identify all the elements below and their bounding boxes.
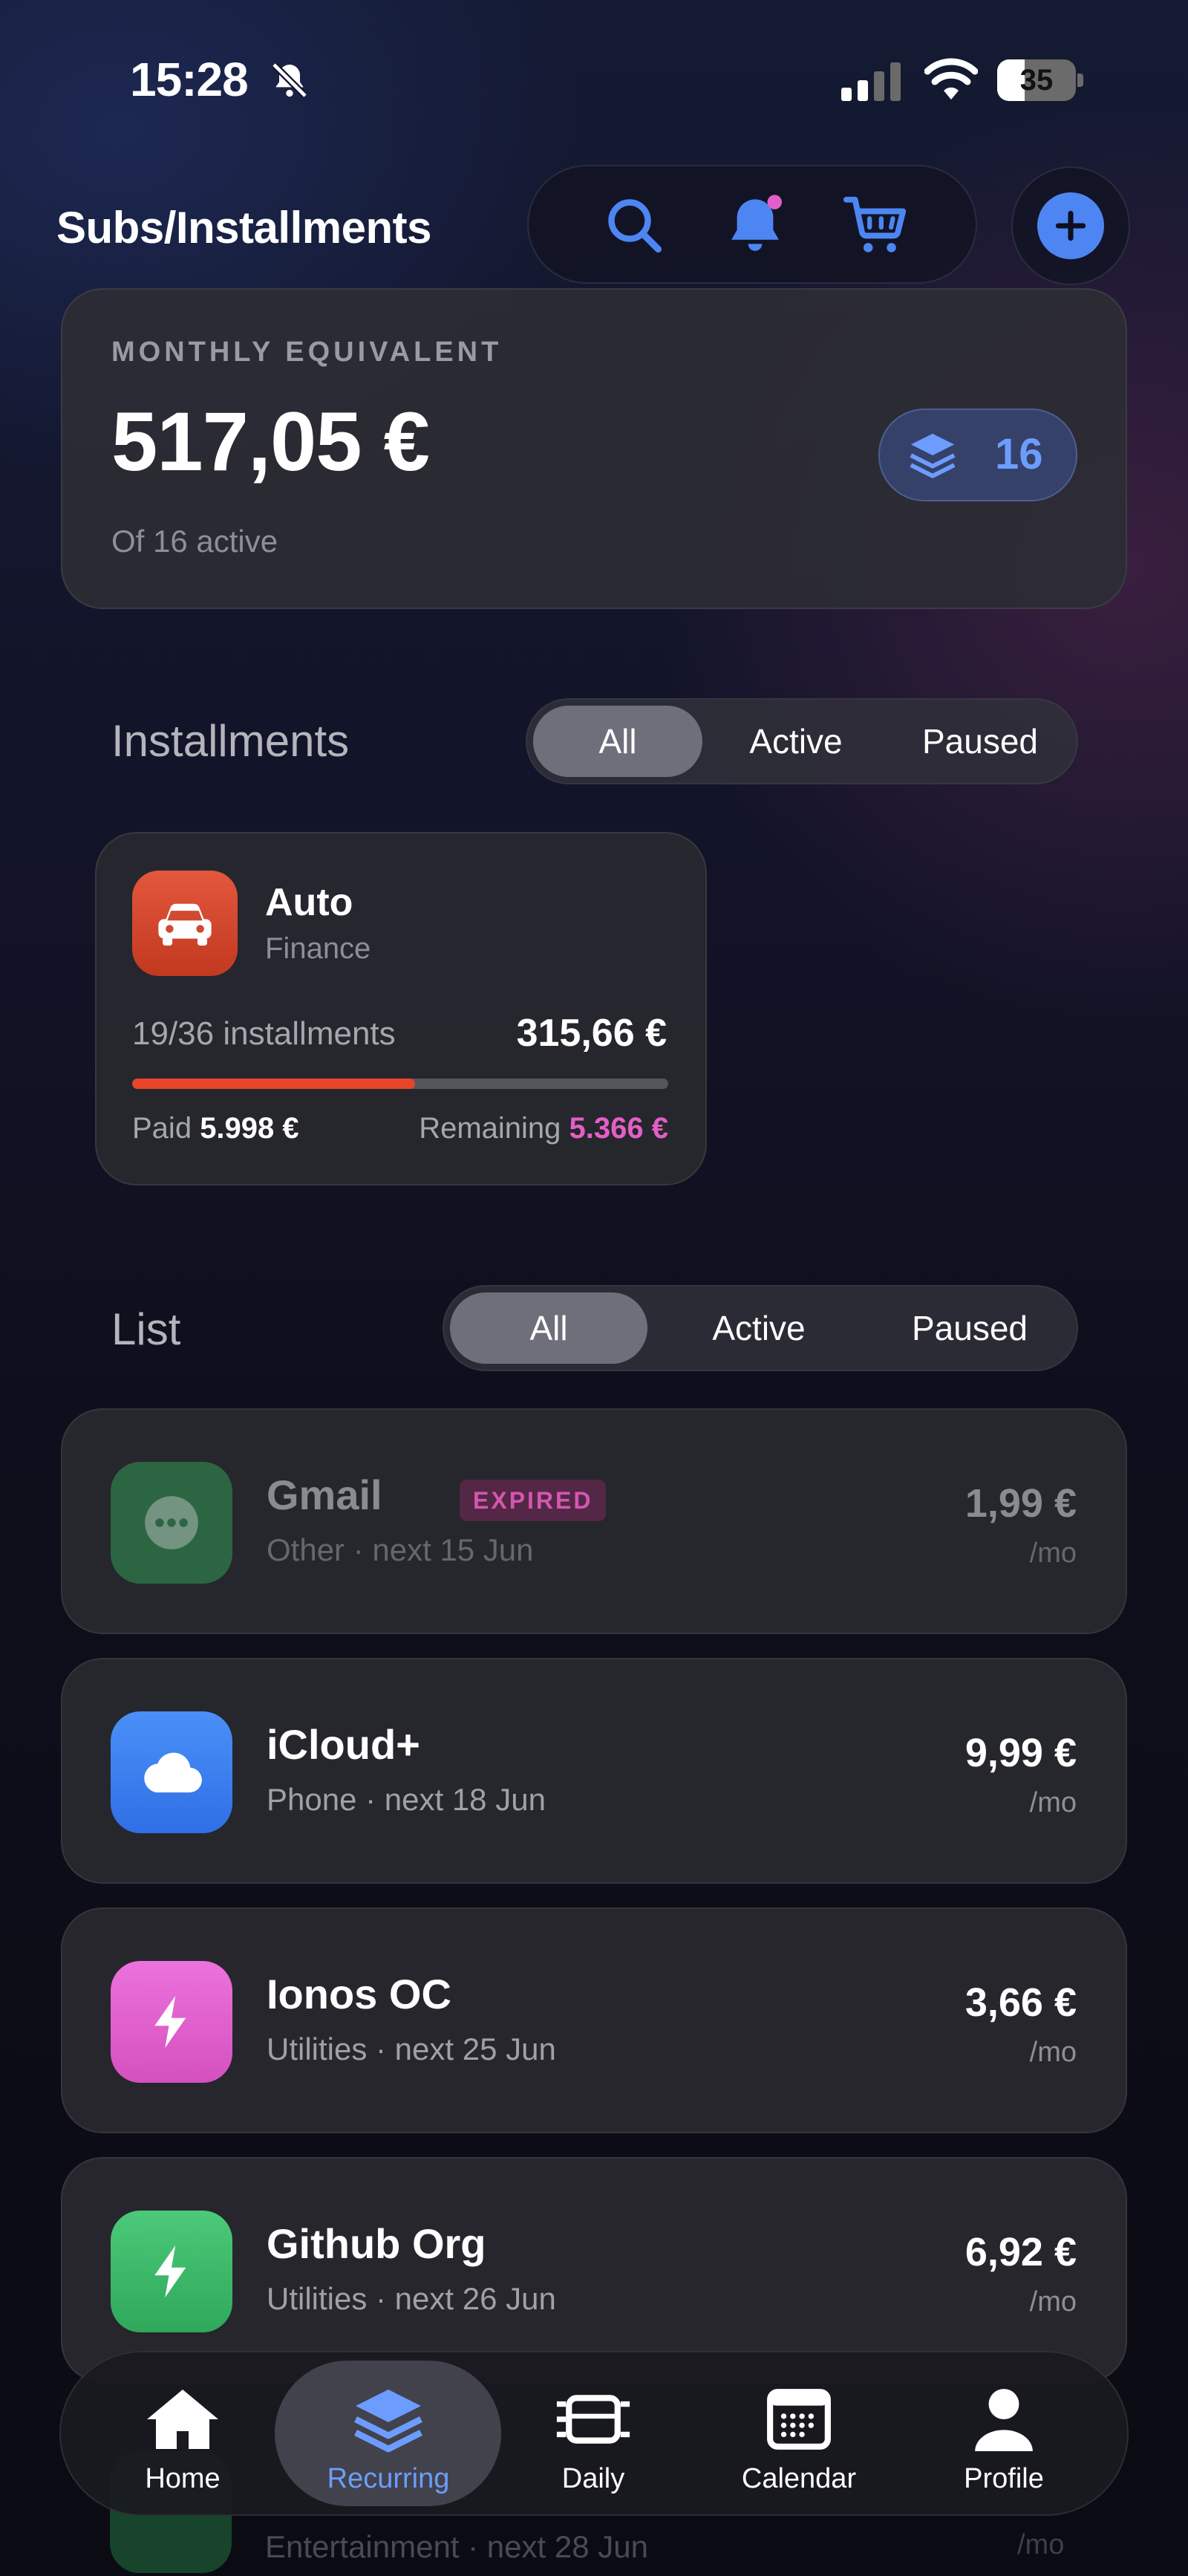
installment-amount: 315,66 € [516,1012,667,1055]
wifi-icon [924,58,978,100]
subscription-row-ionos[interactable]: Ionos OC Utilities · next 25 Jun 3,66 € … [61,1907,1127,2133]
subscription-name: Ionos OC [267,1971,451,2017]
plus-icon [1055,210,1086,241]
tab-home[interactable]: Home [86,2386,279,2495]
tab-profile[interactable]: Profile [907,2386,1100,2495]
list-filter-paused[interactable]: Paused [870,1292,1069,1364]
summary-subtitle: Of 16 active [111,524,278,559]
subscription-period: /mo [1017,2529,1065,2560]
signal-icon [841,62,901,101]
home-icon [147,2390,218,2449]
subscription-name: iCloud+ [267,1721,420,1768]
installment-category: Finance [265,932,371,965]
header-actions [527,165,977,284]
calendar-icon [767,2389,831,2450]
add-button[interactable] [1011,166,1130,285]
subscription-name: Gmail [267,1471,382,1518]
installments-title: Installments [111,716,350,766]
list-filter: All Active Paused [443,1285,1078,1371]
installment-paid: Paid 5.998 € [132,1112,299,1145]
tab-recurring[interactable]: Recurring [292,2386,485,2495]
cloud-icon [144,1752,202,1793]
installments-filter-paused[interactable]: Paused [891,706,1069,777]
tab-label: Recurring [327,2463,450,2494]
tab-label: Home [145,2463,221,2494]
gmail-icon-tile [111,1462,232,1584]
more-dots-icon [145,1496,198,1549]
subscription-meta: Phone · next 18 Jun [267,1782,546,1817]
bolt-icon [154,2245,186,2297]
search-icon [608,199,662,253]
expired-badge: EXPIRED [460,1480,607,1521]
summary-amount: 517,05 € [111,395,430,488]
subscription-price: 3,66 € [965,1980,1077,2025]
subscription-name: Github Org [267,2220,486,2267]
bolt-icon [154,1996,186,2048]
battery-level: 35 [1019,64,1054,97]
github-icon-tile [111,2211,232,2332]
subscription-meta: Utilities · next 25 Jun [267,2032,556,2066]
tab-calendar[interactable]: Calendar [702,2386,895,2495]
bell-icon [731,195,782,251]
battery-indicator: 35 [997,59,1084,101]
subscription-meta: Other · next 15 Jun [267,1532,534,1567]
installment-name: Auto [265,881,353,924]
list-filter-all[interactable]: All [450,1292,647,1364]
subscription-price: 6,92 € [965,2230,1077,2274]
subscription-price: 9,99 € [965,1731,1077,1775]
notifications-button[interactable] [711,181,800,270]
installment-icon [132,871,238,976]
subscription-period: /mo [1029,2037,1077,2068]
cart-button[interactable] [831,181,920,270]
installment-progress-fill [132,1079,416,1089]
installment-progress-bar [132,1079,668,1089]
installments-filter-all[interactable]: All [533,706,702,777]
installments-filter-active[interactable]: Active [710,706,882,777]
summary-label: MONTHLY EQUIVALENT [111,336,503,368]
subscription-period: /mo [1029,1538,1077,1569]
subscription-period: /mo [1029,2286,1077,2318]
status-time: 15:28 [130,53,249,106]
installment-remaining: Remaining 5.366 € [419,1112,668,1145]
tab-label: Daily [561,2463,625,2494]
search-button[interactable] [590,181,679,270]
tab-daily[interactable]: Daily [497,2386,690,2495]
daily-icon [556,2395,630,2444]
tab-label: Profile [964,2463,1044,2494]
tab-label: Calendar [741,2463,857,2494]
icloud-icon-tile [111,1711,232,1833]
active-count-badge[interactable] [878,409,1077,501]
page-title: Subs/Installments [56,203,431,253]
subscription-price: 1,99 € [965,1481,1077,1526]
installment-progress-text: 19/36 installments [132,1015,396,1052]
cart-icon [843,196,907,253]
subscription-row-github[interactable]: Github Org Utilities · next 26 Jun 6,92 … [61,2157,1127,2383]
bell-slash-icon [271,62,308,99]
layers-icon [910,433,956,478]
active-count: 16 [995,430,1043,478]
subscription-row-gmail[interactable]: Gmail EXPIRED Other · next 15 Jun 1,99 €… [61,1408,1127,1634]
list-filter-active[interactable]: Active [659,1292,858,1364]
installments-filter: All Active Paused [526,698,1078,784]
subscription-meta: Entertainment · next 28 Jun [265,2529,648,2564]
subscription-period: /mo [1029,1787,1077,1818]
subscription-meta: Utilities · next 26 Jun [267,2281,556,2316]
layers-icon [354,2390,422,2453]
list-title: List [111,1304,181,1354]
ionos-icon-tile [111,1961,232,2083]
person-icon [975,2389,1033,2451]
subscription-row-icloud[interactable]: iCloud+ Phone · next 18 Jun 9,99 € /mo [61,1658,1127,1884]
car-icon [158,903,212,946]
